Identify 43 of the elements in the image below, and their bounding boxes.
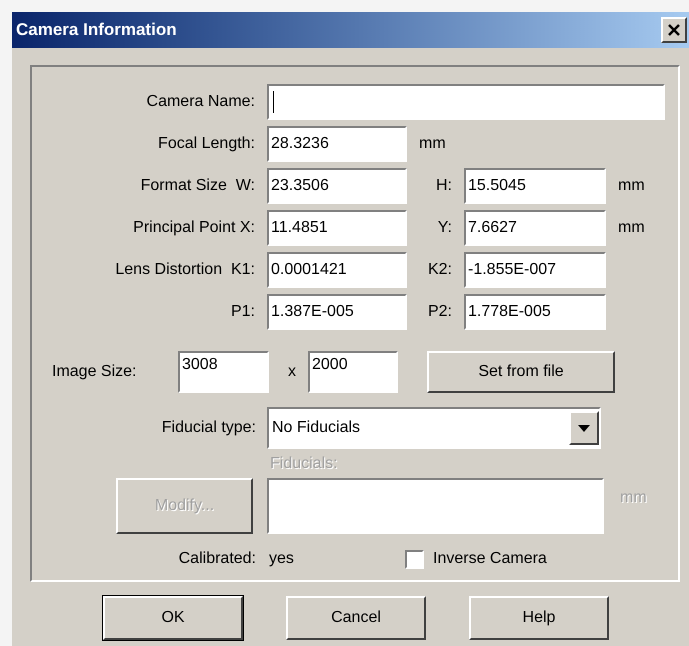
- unit-label: mm: [618, 176, 645, 196]
- field-label: K2:: [426, 260, 452, 280]
- field-label: Focal Length:: [157, 134, 255, 154]
- calibrated-value: yes: [269, 549, 295, 569]
- text-field[interactable]: 28.3236: [267, 126, 407, 162]
- text-cursor: [273, 91, 274, 113]
- checkbox[interactable]: [405, 550, 424, 568]
- dialog-button[interactable]: Cancel: [286, 596, 426, 640]
- field-label: Camera Name:: [146, 92, 255, 112]
- field-label: Calibrated:: [178, 549, 256, 569]
- field-label: Lens Distortion K1:: [114, 260, 255, 280]
- dialog-button[interactable]: OK: [103, 596, 243, 640]
- field-label: Y:: [436, 218, 452, 238]
- dropdown-arrow-icon: [578, 424, 590, 432]
- dialog-button[interactable]: Help: [469, 596, 609, 640]
- close-icon: [668, 24, 680, 36]
- text-field[interactable]: [267, 84, 665, 120]
- text-field[interactable]: 11.4851: [267, 210, 407, 246]
- separator-label: x: [288, 362, 296, 382]
- field-label: Principal Point X:: [132, 218, 255, 238]
- fiducial-type-dropdown[interactable]: No Fiducials: [267, 407, 601, 449]
- text-field[interactable]: 7.6627: [464, 210, 606, 246]
- unit-label: mm: [618, 218, 645, 238]
- field-label: H:: [435, 176, 452, 196]
- field-label: Fiducial type:: [160, 418, 256, 438]
- field-label: Image Size:: [52, 362, 138, 382]
- dropdown-button[interactable]: [569, 411, 599, 445]
- text-field[interactable]: 2000: [308, 351, 398, 393]
- text-field[interactable]: 15.5045: [464, 168, 606, 204]
- text-field[interactable]: 1.778E-005: [464, 294, 606, 330]
- set-from-file-button[interactable]: Set from file: [427, 351, 615, 393]
- unit-label: mm: [419, 134, 446, 154]
- text-field[interactable]: -1.855E-007: [464, 252, 606, 288]
- field-label: P2:: [426, 302, 452, 322]
- field-label: P1:: [230, 302, 255, 322]
- field-label: Format Size W:: [140, 176, 255, 196]
- checkbox-label: Inverse Camera: [433, 549, 547, 569]
- text-field[interactable]: 0.0001421: [267, 252, 407, 288]
- text-field[interactable]: 1.387E-005: [267, 294, 407, 330]
- text-field[interactable]: 3008: [178, 351, 269, 393]
- window-title: Camera Information: [16, 19, 177, 42]
- text-field[interactable]: 23.3506: [267, 168, 407, 204]
- close-button[interactable]: [661, 17, 687, 43]
